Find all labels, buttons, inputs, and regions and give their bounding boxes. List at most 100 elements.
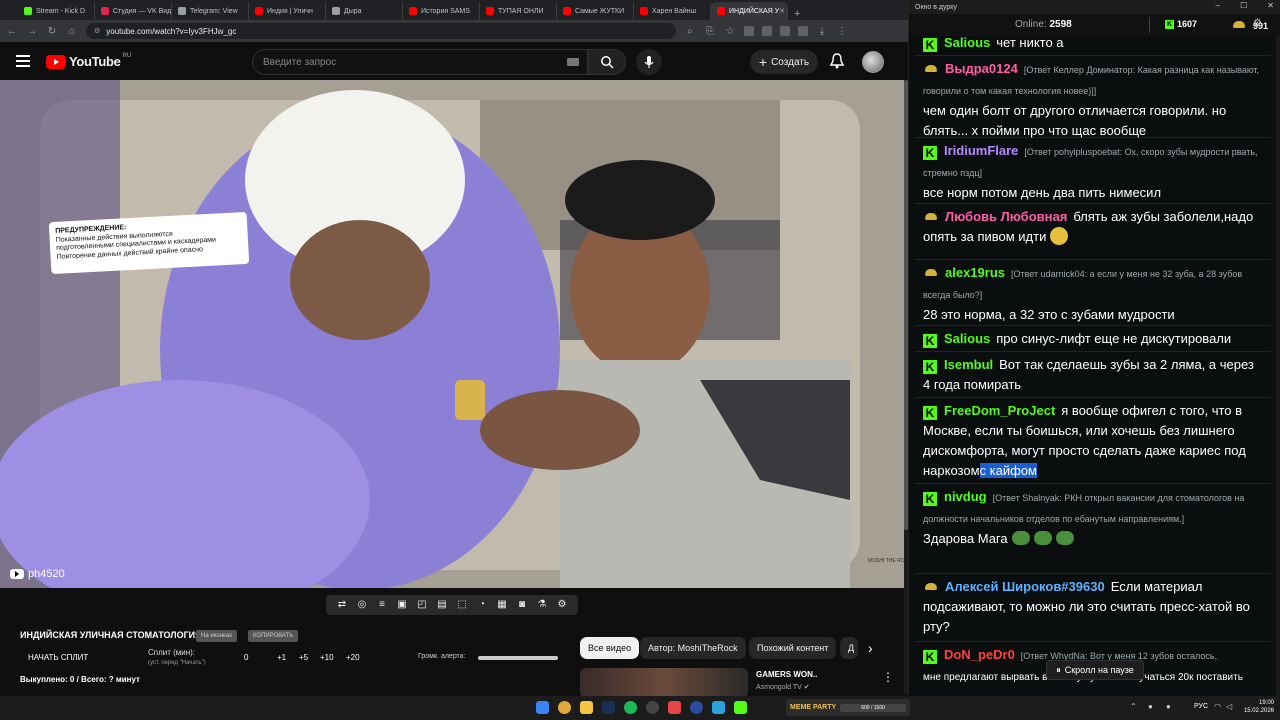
clapper-icon[interactable]: ▣	[396, 599, 408, 611]
wifi-icon[interactable]: ◠	[1214, 702, 1221, 711]
loop-icon[interactable]: ⇄	[336, 599, 348, 611]
steam-icon[interactable]	[602, 701, 615, 714]
maximize-icon[interactable]: ☐	[1240, 1, 1247, 10]
icons-pill-button[interactable]: На иконках	[196, 630, 238, 642]
spotify-icon[interactable]	[624, 701, 637, 714]
telegram-icon[interactable]	[712, 701, 725, 714]
crop-icon[interactable]: ⬚	[456, 599, 468, 611]
chat-username[interactable]: nivdug	[944, 489, 987, 504]
share-icon[interactable]: ⎘	[704, 26, 716, 37]
picture-in-picture-icon[interactable]: ◰	[416, 599, 428, 611]
meme-party-widget[interactable]: MEME PARTY 600 / 1500	[786, 699, 910, 716]
chip-more[interactable]: Д	[840, 637, 858, 659]
new-tab-button[interactable]: +	[794, 8, 800, 20]
chat-username[interactable]: Salious	[944, 35, 990, 50]
menu-icon[interactable]	[16, 55, 30, 67]
extension-icon[interactable]	[744, 26, 754, 36]
chip-all-videos[interactable]: Все видео	[580, 637, 640, 659]
chip-author[interactable]: Автор: MoshiTheRock	[640, 637, 746, 659]
browser-tab[interactable]: Самые ЖУТКИ	[557, 2, 634, 20]
tray-chevron-icon[interactable]: ⌃	[1130, 702, 1137, 711]
settings-icon[interactable]: ⚙	[556, 599, 568, 611]
save-icon[interactable]: ▦	[496, 599, 508, 611]
download-icon[interactable]: ⤓	[816, 26, 828, 37]
reload-icon[interactable]: ↻	[46, 26, 58, 37]
chat-scrollbar[interactable]	[1276, 36, 1280, 696]
chrome-icon[interactable]	[558, 701, 571, 714]
extension-icon[interactable]	[762, 26, 772, 36]
browser-tab[interactable]: Stream - Kick D	[18, 2, 95, 20]
browser-tab[interactable]: Индия | Уличн	[249, 2, 326, 20]
video-player[interactable]: ПРЕДУПРЕЖДЕНИЕ: Показанные действия выпо…	[0, 80, 904, 588]
search-button[interactable]	[588, 49, 626, 75]
chip-related[interactable]: Похожий контент	[749, 637, 837, 659]
chat-username[interactable]: IridiumFlare	[944, 143, 1018, 158]
copy-button[interactable]: КОПИРОВАТЬ	[248, 630, 299, 642]
close-icon[interactable]: ✕	[1267, 1, 1274, 10]
playlist-icon[interactable]: ≡	[376, 599, 388, 611]
split-value-button[interactable]: +5	[299, 653, 308, 662]
kick-app-icon[interactable]	[734, 701, 747, 714]
youtube-logo[interactable]: YouTube RU	[46, 53, 131, 69]
recommended-title[interactable]: GAMERS WON..	[756, 670, 817, 679]
notifications-bell-icon[interactable]	[830, 53, 844, 69]
film-icon[interactable]: ▤	[436, 599, 448, 611]
media-player-icon[interactable]	[690, 701, 703, 714]
browser-tab[interactable]: Telegram: View	[172, 2, 249, 20]
bookmark-star-icon[interactable]: ☆	[724, 26, 736, 37]
split-value-button[interactable]: +10	[320, 653, 334, 662]
browser-tab[interactable]: Дыра	[326, 2, 403, 20]
more-options-icon[interactable]: ⋮	[882, 670, 894, 684]
chevron-right-icon[interactable]: ›	[868, 640, 873, 656]
alert-volume-slider[interactable]	[478, 656, 558, 660]
browser-tab-active[interactable]: ИНДИЙСКАЯ У ✕	[711, 2, 788, 20]
flask-icon[interactable]: ⚗	[536, 599, 548, 611]
browser-tab[interactable]: Харен Вайнш	[634, 2, 711, 20]
recommended-thumbnail[interactable]	[580, 668, 748, 698]
forward-arrow-icon[interactable]: →	[26, 26, 38, 37]
zoom-icon[interactable]: ⌕	[684, 26, 696, 37]
screenshot-icon[interactable]: ◙	[516, 599, 528, 611]
extension-icon[interactable]	[780, 26, 790, 36]
extension-icon[interactable]	[798, 26, 808, 36]
split-value-button[interactable]: +1	[277, 653, 286, 662]
voice-search-button[interactable]	[636, 49, 662, 75]
browser-menu-icon[interactable]: ⋮	[836, 26, 848, 37]
browser-tab[interactable]: История SAMS	[403, 2, 480, 20]
close-tab-icon[interactable]: ✕	[779, 7, 785, 15]
chat-username[interactable]: Salious	[944, 331, 990, 346]
search-input[interactable]: Введите запрос	[252, 49, 588, 75]
browser-tab[interactable]: ТУПАЯ ОНЛИ	[480, 2, 557, 20]
chat-username[interactable]: FreeDom_ProJect	[944, 403, 1055, 418]
settings-icon[interactable]: ⚙	[1253, 18, 1262, 29]
folder-icon[interactable]	[580, 701, 593, 714]
account-avatar[interactable]	[862, 51, 884, 73]
broadcast-icon[interactable]: ◎	[356, 599, 368, 611]
chat-username[interactable]: Любовь Любовная	[945, 209, 1067, 224]
chat-username[interactable]: alex19rus	[945, 265, 1005, 280]
volume-icon[interactable]: ◁	[1226, 702, 1232, 711]
clock[interactable]: 19:00 15.02.2026	[1240, 699, 1274, 715]
back-arrow-icon[interactable]: ←	[6, 26, 18, 37]
obs-icon[interactable]	[646, 701, 659, 714]
browser-tab[interactable]: Студия — VK Вид	[95, 2, 172, 20]
start-split-button[interactable]: НАЧАТЬ СПЛИТ	[28, 653, 88, 662]
home-icon[interactable]: ⌂	[66, 26, 78, 37]
split-value-button[interactable]: 0	[244, 653, 248, 662]
minimize-icon[interactable]: –	[1216, 1, 1220, 10]
create-button[interactable]: + Создать	[750, 50, 818, 74]
chat-username[interactable]: DoN_peDr0	[944, 647, 1015, 662]
tray-app-icon[interactable]: ●	[1148, 702, 1153, 711]
chat-username[interactable]: Выдра0124	[945, 61, 1018, 76]
tray-app-icon[interactable]: ●	[1166, 702, 1171, 711]
speed-icon[interactable]: ◔	[476, 599, 488, 611]
scroll-paused-button[interactable]: ⏸ Скролл на паузе	[1046, 660, 1144, 680]
chat-username[interactable]: Алексей Широков#39630	[945, 579, 1105, 594]
app-icon[interactable]	[668, 701, 681, 714]
keyboard-icon[interactable]	[567, 58, 579, 66]
url-field[interactable]: ⚙ youtube.com/watch?v=Iyv3FHJw_gc	[86, 23, 676, 39]
windows-start-icon[interactable]	[536, 701, 549, 714]
chat-username[interactable]: Isembul	[944, 357, 993, 372]
language-indicator[interactable]: РУС	[1194, 703, 1208, 710]
split-value-button[interactable]: +20	[346, 653, 360, 662]
